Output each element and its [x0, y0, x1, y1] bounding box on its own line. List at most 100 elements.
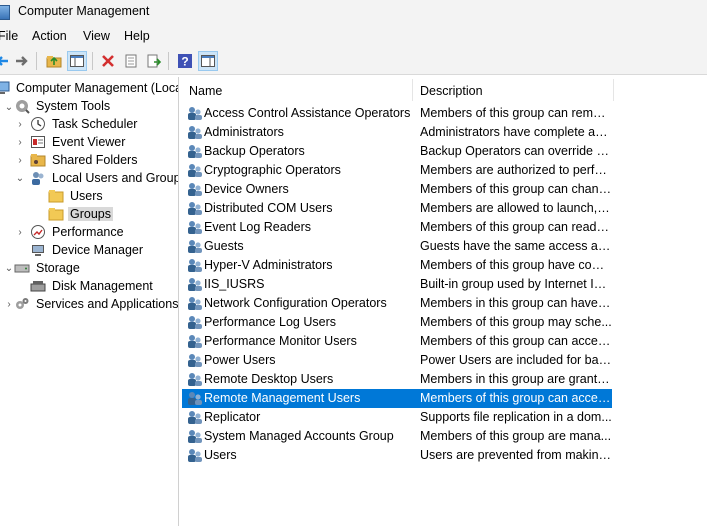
group-name: Remote Desktop Users [204, 372, 334, 386]
tree-item-shared-folders[interactable]: Shared Folders [30, 151, 139, 169]
group-name: Hyper-V Administrators [204, 258, 333, 272]
storage-icon [14, 264, 30, 273]
table-row[interactable]: Backup Operators Backup Operators can ove… [182, 142, 612, 161]
tree-item-groups[interactable]: Groups [48, 205, 113, 223]
group-description: Backup Operators can override se... [420, 144, 612, 158]
chevron-right-icon[interactable]: › [15, 156, 25, 166]
tree-item-computer-management[interactable]: Computer Management (Local [0, 79, 178, 97]
group-icon [187, 333, 203, 349]
properties-icon[interactable] [121, 51, 141, 71]
table-row[interactable]: Device Owners Members of this group can c… [182, 180, 612, 199]
chevron-right-icon[interactable]: › [4, 300, 14, 310]
group-name: Access Control Assistance Operators [204, 106, 411, 120]
tree-item-users[interactable]: Users [48, 187, 105, 205]
export-list-icon[interactable] [144, 51, 164, 71]
group-icon [187, 314, 203, 330]
table-row[interactable]: Performance Log Users Members of this gro… [182, 313, 612, 332]
group-name: Administrators [204, 125, 284, 139]
tree-item-event-viewer[interactable]: Event Viewer [30, 133, 127, 151]
group-icon [187, 352, 203, 368]
chevron-right-icon[interactable]: › [15, 138, 25, 148]
menu-help[interactable]: Help [124, 29, 150, 43]
device-manager-icon [32, 245, 44, 256]
title-bar: Computer Management [0, 0, 707, 24]
column-divider[interactable] [412, 79, 413, 101]
column-divider[interactable] [613, 79, 614, 101]
table-row[interactable]: Replicator Supports file replication in a… [182, 408, 612, 427]
group-name: Remote Management Users [204, 391, 361, 405]
tree-item-local-users-and-groups[interactable]: Local Users and Groups [30, 169, 178, 187]
group-name: Replicator [204, 410, 261, 424]
group-description: Members of this group can acces... [420, 334, 612, 348]
group-icon [187, 409, 203, 425]
table-row[interactable]: Power Users Power Users are included for … [182, 351, 612, 370]
table-row[interactable]: Distributed COM Users Members are allowed… [182, 199, 612, 218]
show-hide-tree-icon[interactable] [67, 51, 87, 71]
up-folder-icon[interactable] [44, 51, 64, 71]
menu-view[interactable]: View [83, 29, 110, 43]
menu-file[interactable]: File [0, 29, 18, 43]
group-description: Administrators have complete an... [420, 125, 612, 139]
back-arrow-icon[interactable] [0, 51, 12, 71]
toolbar: ? [0, 48, 707, 75]
tree-item-services-and-applications[interactable]: Services and Applications [14, 295, 178, 313]
table-row[interactable]: Cryptographic Operators Members are autho… [182, 161, 612, 180]
table-row[interactable]: Remote Management Users Members of this g… [182, 389, 612, 408]
event-viewer-icon [31, 136, 45, 148]
table-row[interactable]: IIS_IUSRS Built-in group used by Internet… [182, 275, 612, 294]
tree-item-performance[interactable]: Performance [30, 223, 126, 241]
group-description: Members of this group can remot... [420, 106, 612, 120]
group-name: Device Owners [204, 182, 289, 196]
clock-icon [31, 117, 45, 131]
navigation-tree: Computer Management (Local ⌄ System Tool… [0, 77, 179, 526]
table-row[interactable]: Event Log Readers Members of this group c… [182, 218, 612, 237]
disk-icon [30, 281, 46, 292]
group-name: Event Log Readers [204, 220, 312, 234]
forward-arrow-icon[interactable] [12, 51, 32, 71]
group-name: Network Configuration Operators [204, 296, 387, 310]
group-description: Members of this group have com... [420, 258, 612, 272]
group-icon [187, 276, 203, 292]
chevron-right-icon[interactable]: › [15, 120, 25, 130]
users-icon [32, 172, 44, 185]
table-row[interactable]: Access Control Assistance Operators Membe… [182, 104, 612, 123]
table-row[interactable]: Remote Desktop Users Members in this grou… [182, 370, 612, 389]
tree-item-system-tools[interactable]: System Tools [14, 97, 112, 115]
table-row[interactable]: System Managed Accounts Group Members of … [182, 427, 612, 446]
table-row[interactable]: Hyper-V Administrators Members of this gr… [182, 256, 612, 275]
show-hide-action-pane-icon[interactable] [198, 51, 218, 71]
menu-action[interactable]: Action [32, 29, 67, 43]
group-icon [187, 295, 203, 311]
chevron-down-icon[interactable]: ⌄ [15, 174, 25, 184]
help-icon[interactable]: ? [175, 51, 195, 71]
group-description: Users are prevented from making ... [420, 448, 612, 462]
chevron-down-icon[interactable]: ⌄ [4, 103, 14, 113]
group-description: Built-in group used by Internet Inf... [420, 277, 612, 291]
tree-item-task-scheduler[interactable]: Task Scheduler [30, 115, 139, 133]
group-icon [187, 238, 203, 254]
groups-list: Name Description Access Control Assistan… [182, 77, 707, 526]
column-header-name[interactable]: Name [189, 84, 222, 98]
table-row[interactable]: Users Users are prevented from making ... [182, 446, 612, 465]
group-icon [187, 200, 203, 216]
window-title: Computer Management [18, 4, 150, 18]
delete-icon[interactable] [98, 51, 118, 71]
table-row[interactable]: Guests Guests have the same access as m..… [182, 237, 612, 256]
chevron-right-icon[interactable]: › [15, 228, 25, 238]
group-name: Guests [204, 239, 244, 253]
table-row[interactable]: Network Configuration Operators Members i… [182, 294, 612, 313]
group-icon [187, 181, 203, 197]
group-icon [187, 390, 203, 406]
group-description: Members of this group can chang... [420, 182, 612, 196]
chevron-down-icon[interactable]: ⌄ [4, 264, 14, 274]
group-name: Cryptographic Operators [204, 163, 341, 177]
tree-item-disk-management[interactable]: Disk Management [30, 277, 155, 295]
table-row[interactable]: Administrators Administrators have comple… [182, 123, 612, 142]
column-header-description[interactable]: Description [420, 84, 483, 98]
toolbar-separator [168, 52, 169, 70]
tree-item-storage[interactable]: Storage [14, 259, 82, 277]
menu-bar: File Action View Help [0, 24, 707, 48]
table-row[interactable]: Performance Monitor Users Members of this… [182, 332, 612, 351]
tree-item-device-manager[interactable]: Device Manager [30, 241, 145, 259]
group-name: System Managed Accounts Group [204, 429, 394, 443]
